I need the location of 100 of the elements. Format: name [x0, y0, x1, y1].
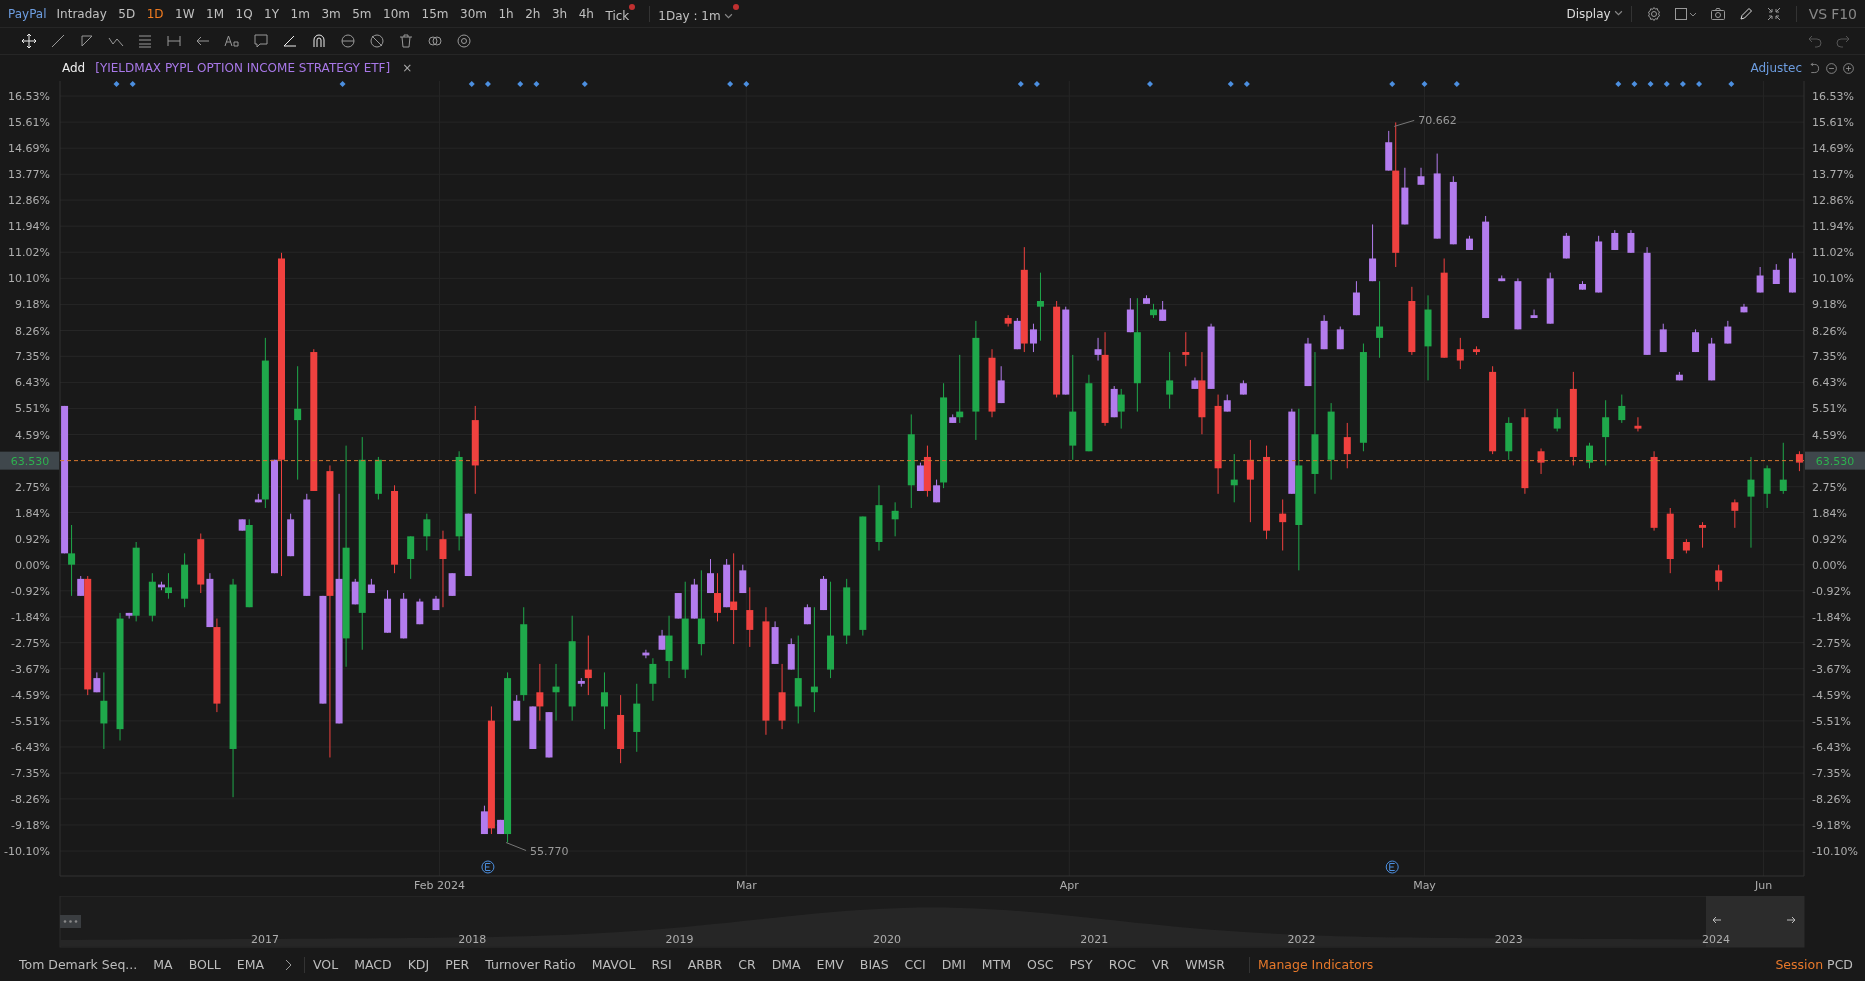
indicator-tab[interactable]: MACD [354, 957, 392, 972]
display-dropdown[interactable]: Display [1566, 6, 1623, 21]
interval-tab[interactable]: 1Y [264, 6, 280, 21]
axis-label: 11.02% [1812, 246, 1854, 260]
indicator-tab[interactable]: VOL [313, 957, 339, 972]
interval-tab[interactable]: 3m [321, 6, 341, 21]
axis-label: 7.35% [15, 350, 50, 364]
indicator-tab[interactable]: MA [153, 957, 173, 972]
interval-tab[interactable]: 1h [498, 6, 514, 21]
year-label: 2024 [1702, 933, 1731, 946]
year-label: 2021 [1080, 933, 1109, 946]
indicator-tab[interactable]: BIAS [859, 957, 889, 972]
axis-label: 1.84% [15, 506, 50, 520]
axis-label: -7.35% [1812, 767, 1851, 781]
axis-label: -5.51% [11, 714, 50, 728]
year-label: 2020 [872, 933, 901, 946]
vs-button[interactable]: VS [1808, 5, 1828, 22]
interval-tab[interactable]: 4h [578, 6, 594, 21]
interval-tab[interactable]: 1Q [235, 6, 253, 21]
axis-label: -7.35% [11, 767, 50, 781]
f10-button[interactable]: F10 [1831, 5, 1857, 22]
indicator-tab[interactable]: MAVOL [591, 957, 636, 972]
indicator-tab[interactable]: ROC [1108, 957, 1136, 972]
axis-label: 8.26% [1812, 324, 1847, 338]
axis-label: 12.86% [8, 194, 50, 208]
interval-tab[interactable]: Tick [605, 4, 636, 23]
axis-label: 5.51% [15, 402, 50, 416]
date-label: Mar [735, 879, 757, 892]
year-label: 2017 [251, 933, 279, 946]
indicator-tab[interactable]: EMA [236, 957, 264, 972]
axis-label: 11.94% [8, 220, 50, 234]
axis-label: 8.26% [15, 324, 50, 338]
axis-label: 13.77% [8, 168, 50, 182]
axis-label: -0.92% [11, 584, 50, 598]
indicator-tab[interactable]: DMA [771, 957, 801, 972]
axis-label: 9.18% [15, 298, 50, 312]
date-label: Feb 2024 [414, 879, 465, 892]
indicator-tab[interactable]: Tom Demark Seq... [19, 957, 138, 972]
indicator-tab[interactable]: Turnover Ratio [485, 957, 576, 972]
interval-tab[interactable]: 1M [206, 6, 224, 21]
axis-label: -3.67% [11, 662, 50, 676]
date-label: May [1413, 879, 1436, 892]
indicator-tab[interactable]: WMSR [1185, 957, 1225, 972]
axis-label: 6.43% [15, 376, 50, 390]
axis-label: 11.94% [1812, 220, 1854, 234]
indicator-tab[interactable]: DMI [941, 957, 966, 972]
interval-tab[interactable]: 1W [175, 6, 195, 21]
close-button[interactable]: × [402, 61, 413, 75]
indicator-tab[interactable]: KDJ [407, 957, 430, 972]
indicator-tab[interactable]: ARBR [687, 957, 723, 972]
add-button[interactable]: Add [62, 61, 86, 75]
axis-label: 11.02% [8, 246, 50, 260]
axis-label: -5.51% [1812, 714, 1851, 728]
year-label: 2019 [665, 933, 694, 946]
interval-tab[interactable]: 3h [551, 6, 568, 21]
indicator-tab[interactable]: CCI [904, 957, 926, 972]
axis-label: 10.10% [8, 272, 50, 286]
price-tag: 63.530 [1815, 454, 1855, 468]
interval-tab[interactable]: 30m [460, 6, 487, 21]
adjusted-dropdown[interactable]: Adjustec [1750, 61, 1802, 75]
indicator-tab[interactable]: MTM [981, 957, 1012, 972]
axis-label: 1.84% [1812, 506, 1847, 520]
year-label: 2022 [1287, 933, 1316, 946]
session-dropdown[interactable]: 1Day : 1m [658, 4, 739, 23]
session-link[interactable]: Session [1775, 957, 1824, 972]
price-label: 70.662 [1418, 114, 1457, 128]
interval-tab[interactable]: 2h [525, 6, 541, 21]
indicator-tab[interactable]: PSY [1069, 957, 1093, 972]
pcd-link[interactable]: PCD [1827, 957, 1853, 972]
indicator-tab[interactable]: PER [445, 957, 470, 972]
axis-label: 16.53% [1812, 90, 1854, 104]
indicator-tab[interactable]: OSC [1027, 957, 1054, 972]
axis-label: -1.84% [11, 610, 50, 624]
date-label: Jun [1755, 879, 1773, 892]
interval-tab[interactable]: 1D [146, 6, 164, 21]
interval-tab[interactable]: 15m [421, 6, 449, 21]
axis-label: 13.77% [1812, 168, 1854, 182]
symbol-name[interactable]: PayPal [8, 6, 47, 21]
axis-label: -6.43% [1812, 741, 1851, 754]
interval-tab[interactable]: 10m [383, 6, 411, 21]
axis-label: -8.26% [11, 792, 50, 806]
interval-tab[interactable]: 5D [118, 6, 136, 21]
manage-indicators-link[interactable]: Manage Indicators [1257, 957, 1374, 972]
indicator-tab[interactable]: RSI [651, 957, 672, 972]
axis-label: -4.59% [1812, 688, 1851, 702]
axis-label: 15.61% [1812, 116, 1854, 130]
indicator-tab[interactable]: VR [1151, 957, 1170, 972]
indicator-tab[interactable]: BOLL [188, 957, 221, 972]
price-tag: 63.530 [10, 454, 50, 468]
indicator-tab[interactable]: CR [738, 957, 756, 972]
axis-label: -0.92% [1812, 584, 1851, 598]
axis-label: 0.00% [1812, 558, 1847, 572]
interval-tab[interactable]: 5m [352, 6, 372, 21]
axis-label: -10.10% [1812, 845, 1858, 859]
axis-label: -6.43% [11, 741, 50, 754]
interval-tab[interactable]: 1m [290, 6, 310, 21]
indicator-tab[interactable]: EMV [816, 957, 844, 972]
axis-label: -9.18% [1812, 818, 1851, 832]
axis-label: 2.75% [15, 480, 50, 494]
interval-tab[interactable]: Intraday [56, 6, 107, 21]
